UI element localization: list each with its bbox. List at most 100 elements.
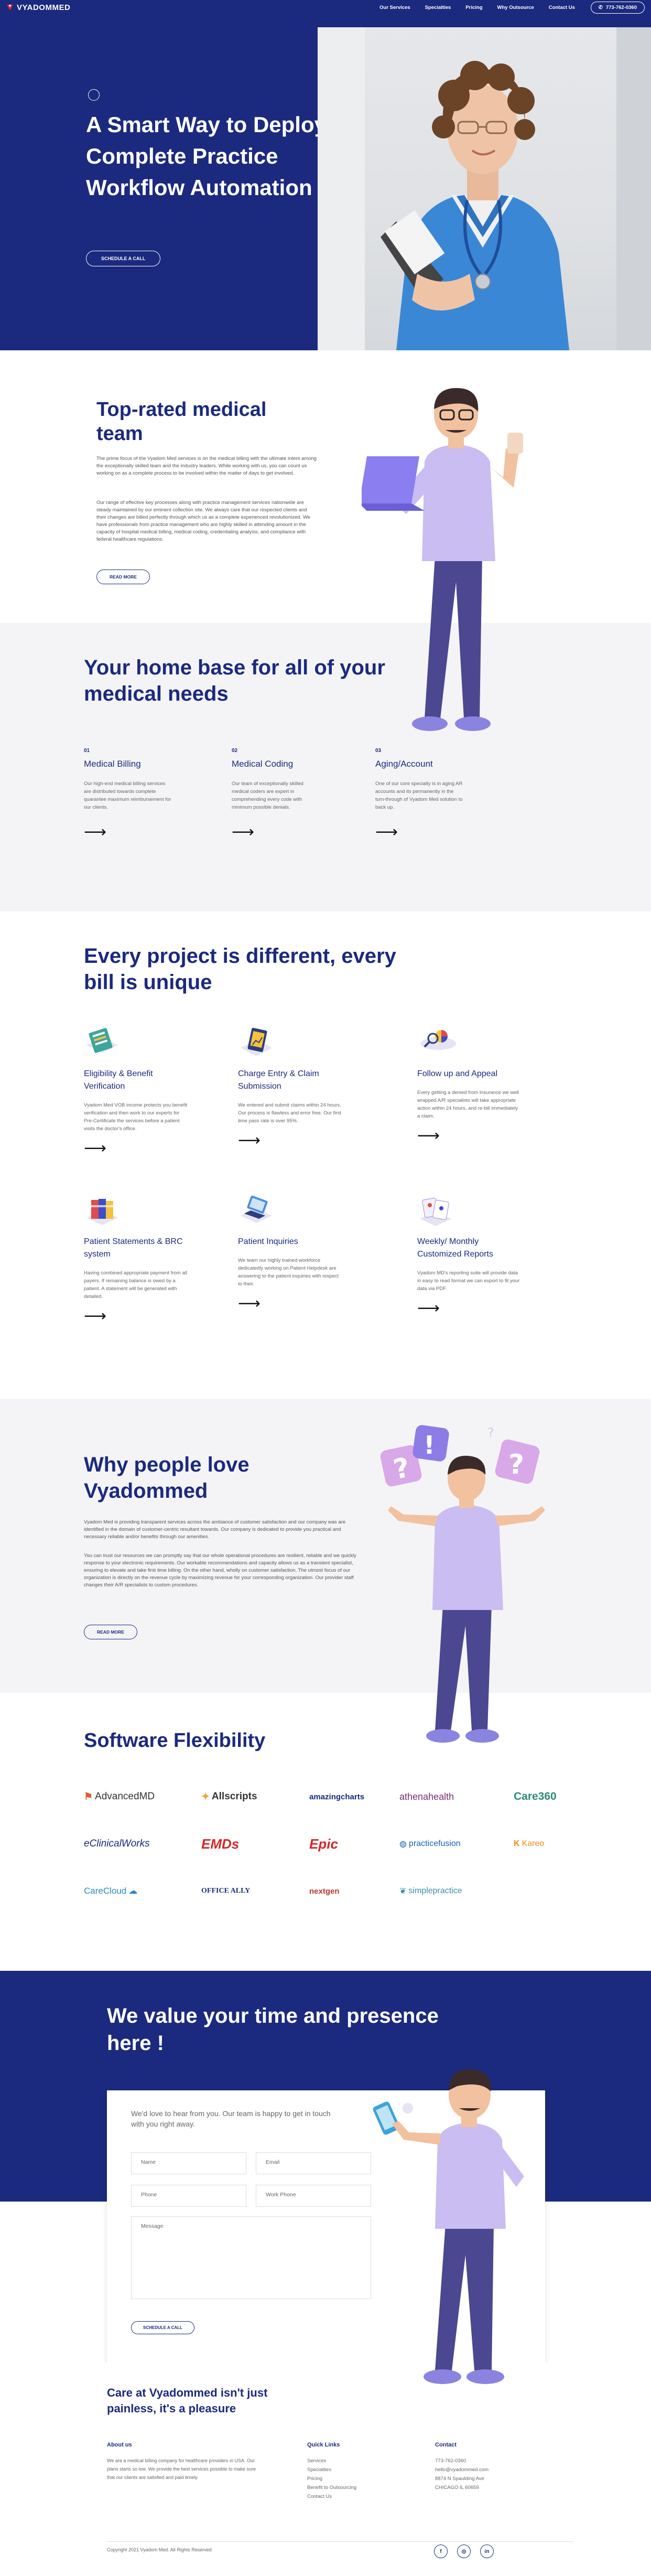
section-title: Why people love Vyadommed bbox=[84, 1453, 249, 1502]
logo-eclinicalworks: eClinicalWorks bbox=[84, 1834, 150, 1853]
service-title: Eligibility & Benefit Verification bbox=[84, 1069, 153, 1091]
logo-kareo: K Kareo bbox=[514, 1839, 545, 1848]
email-field[interactable]: Email bbox=[256, 2152, 371, 2174]
logo-allscripts: ✦ Allscripts bbox=[201, 1791, 257, 1802]
phone-button[interactable]: ✆ 773-762-0360 bbox=[590, 1, 645, 14]
contact-email[interactable]: hello@vyadommed.com bbox=[435, 2465, 550, 2474]
footer-link-benefit[interactable]: Benefit to Outsourcing bbox=[307, 2483, 412, 2492]
footer-heading: About us bbox=[107, 2442, 132, 2448]
logo-label: EMDs bbox=[201, 1836, 240, 1852]
nav-our-services[interactable]: Our Services bbox=[379, 5, 410, 10]
logo-label: nextgen bbox=[309, 1886, 340, 1896]
phone-icon: ✆ bbox=[598, 4, 603, 10]
arrow-right-icon[interactable]: ⟶ bbox=[84, 824, 173, 840]
card-title: Medical Billing bbox=[84, 759, 141, 769]
logo-carecloud: CareCloud ☁ bbox=[84, 1886, 138, 1896]
facebook-icon[interactable]: f bbox=[434, 2545, 448, 2558]
service-text: Vyadom Med VOB income protects you benef… bbox=[84, 1102, 188, 1132]
service-title: Patient Statements & BRC system bbox=[84, 1237, 183, 1259]
linkedin-icon[interactable]: in bbox=[480, 2545, 494, 2558]
footer-heading: Contact bbox=[435, 2442, 457, 2448]
contact-address: 8874 N Spaulding Ave bbox=[435, 2476, 484, 2482]
service-card: 02 Medical Coding Our team of exceptiona… bbox=[232, 748, 321, 840]
arrow-right-icon[interactable]: ⟶ bbox=[84, 1308, 189, 1324]
social-links: f ◎ in bbox=[434, 2545, 494, 2558]
arrow-right-icon[interactable]: ⟶ bbox=[84, 1141, 189, 1156]
form-intro: We'd love to hear from you. Our team is … bbox=[131, 2109, 331, 2128]
logo-label: OFFICE ALLY bbox=[201, 1887, 251, 1895]
logo-label: eClinicalWorks bbox=[84, 1838, 150, 1849]
footer-heading: Quick Links bbox=[307, 2442, 340, 2448]
laptop-icon bbox=[238, 1195, 272, 1228]
logo-label: Kareo bbox=[522, 1839, 545, 1848]
section-title: Your home base for all of your medical n… bbox=[84, 656, 385, 705]
arrow-right-icon[interactable]: ⟶ bbox=[417, 1301, 522, 1316]
site-header: VYADOMMED Our Services Specialties Prici… bbox=[0, 0, 651, 15]
footer-quick-links: Quick Links Services Specialties Pricing… bbox=[307, 2442, 412, 2501]
schedule-call-button[interactable]: SCHEDULE A CALL bbox=[86, 251, 161, 266]
footer-link-services[interactable]: Services bbox=[307, 2456, 412, 2465]
nav-pricing[interactable]: Pricing bbox=[465, 5, 482, 10]
about-text: We are a medical billing company for hea… bbox=[107, 2458, 256, 2480]
service-text: Every getting a denied from insurance we… bbox=[417, 1090, 519, 1119]
service-card: 01 Medical Billing Our high-end medical … bbox=[84, 748, 173, 840]
paragraph: Our range of effective key processes alo… bbox=[96, 500, 311, 542]
section-title: Every project is different, every bill i… bbox=[84, 944, 396, 994]
service-title: Follow up and Appeal bbox=[417, 1069, 497, 1078]
phone-number: 773-762-0360 bbox=[605, 4, 637, 10]
logo-amazingcharts: amazingcharts bbox=[309, 1787, 364, 1806]
name-field[interactable]: Name bbox=[131, 2152, 246, 2174]
logo-label: CareCloud bbox=[84, 1886, 127, 1896]
arrow-right-icon[interactable]: ⟶ bbox=[238, 1133, 343, 1149]
card-title: Aging/Account bbox=[375, 759, 433, 769]
footer-link-contact[interactable]: Contact Us bbox=[307, 2492, 412, 2501]
circle-icon bbox=[88, 89, 100, 101]
logo-care360: Care360 bbox=[514, 1787, 557, 1806]
schedule-call-button[interactable]: SCHEDULE A CALL bbox=[131, 2321, 194, 2334]
nav-contact-us[interactable]: Contact Us bbox=[549, 5, 575, 10]
service-item: Follow up and Appeal Every getting a den… bbox=[417, 1027, 522, 1144]
brand-logo[interactable]: VYADOMMED bbox=[6, 3, 70, 12]
section-title: Top-rated medical team bbox=[96, 399, 267, 445]
logo-label: practicefusion bbox=[408, 1839, 461, 1848]
logo-athenahealth: athenahealth bbox=[399, 1787, 454, 1806]
service-text: Having combined appropriate payment from… bbox=[84, 1270, 187, 1300]
footer-link-pricing[interactable]: Pricing bbox=[307, 2474, 412, 2483]
message-field[interactable]: Message bbox=[131, 2216, 371, 2299]
logo-emds: EMDs bbox=[201, 1834, 239, 1853]
contact-city: CHICAGO IL 60659 bbox=[435, 2485, 479, 2491]
nav-why-outsource[interactable]: Why Outsource bbox=[497, 5, 534, 10]
logo-label: amazingcharts bbox=[309, 1792, 365, 1801]
footer-about: About us We are a medical billing compan… bbox=[107, 2442, 259, 2482]
instagram-icon[interactable]: ◎ bbox=[457, 2545, 471, 2558]
service-item: Weekly/ Monthly Customized Reports Vyado… bbox=[417, 1195, 522, 1316]
card-title: Medical Coding bbox=[232, 759, 294, 769]
card-text: Our high-end medical billing services ar… bbox=[84, 781, 171, 810]
nav-specialties[interactable]: Specialties bbox=[425, 5, 451, 10]
read-more-button[interactable]: READ MORE bbox=[84, 1625, 137, 1639]
contact-phone[interactable]: 773-762-0360 bbox=[435, 2456, 550, 2465]
service-title: Charge Entry & Claim Submission bbox=[238, 1069, 319, 1091]
tagline: Care at Vyadommed isn't just painless, i… bbox=[107, 2386, 268, 2415]
character-with-phone-illustration bbox=[367, 2035, 556, 2402]
document-chart-icon bbox=[238, 1027, 272, 1060]
checklist-icon bbox=[84, 1027, 118, 1060]
card-number: 01 bbox=[84, 748, 90, 754]
service-title: Weekly/ Monthly Customized Reports bbox=[417, 1237, 493, 1259]
arrow-right-icon[interactable]: ⟶ bbox=[417, 1128, 522, 1144]
phone-field[interactable]: Phone bbox=[131, 2185, 246, 2207]
report-cards-icon bbox=[417, 1195, 451, 1228]
logo-label: Allscripts bbox=[211, 1791, 257, 1802]
paragraph: You can trust our resources we can promp… bbox=[84, 1553, 356, 1588]
arrow-right-icon[interactable]: ⟶ bbox=[232, 824, 321, 840]
service-text: We team our highly trained workforce ded… bbox=[238, 1258, 339, 1287]
logo-label: Care360 bbox=[514, 1790, 557, 1802]
read-more-button[interactable]: READ MORE bbox=[96, 570, 150, 584]
service-text: We entered and submit claims within 24 h… bbox=[238, 1102, 341, 1124]
footer-link-specialties[interactable]: Specialties bbox=[307, 2465, 412, 2474]
work-phone-field[interactable]: Work Phone bbox=[256, 2185, 371, 2207]
arrow-right-icon[interactable]: ⟶ bbox=[375, 824, 464, 840]
logo-nextgen: nextgen bbox=[309, 1882, 340, 1901]
copyright: Copyright 2021 Vyadom Med. All Rights Re… bbox=[107, 2547, 212, 2552]
arrow-right-icon[interactable]: ⟶ bbox=[238, 1296, 343, 1312]
